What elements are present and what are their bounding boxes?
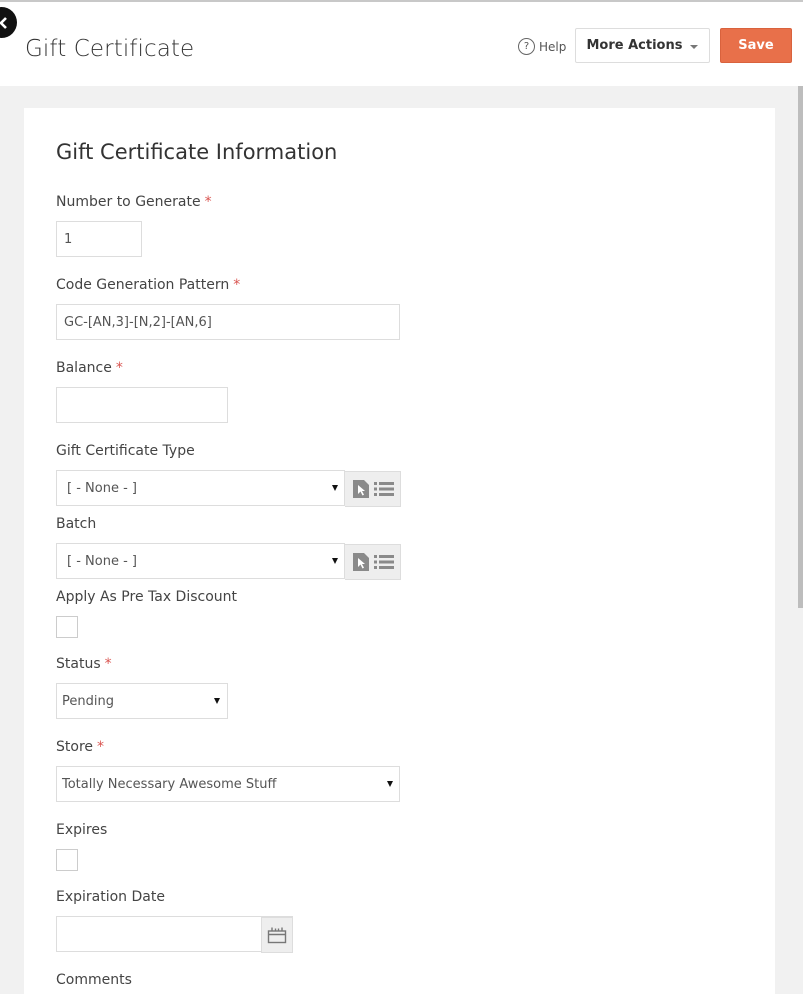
dropdown-arrow-icon <box>387 781 393 787</box>
comments-label: Comments <box>56 972 132 988</box>
more-actions-button[interactable]: More Actions <box>575 28 710 63</box>
number-to-generate-input[interactable]: 1 <box>56 221 142 257</box>
page-scrollbar[interactable] <box>798 86 803 994</box>
caret-down-icon <box>690 44 699 49</box>
question-circle-icon: ? <box>518 38 535 55</box>
calendar-icon <box>267 927 287 944</box>
section-title: Gift Certificate Information <box>56 140 338 164</box>
code-pattern-input[interactable]: GC-[AN,3]-[N,2]-[AN,6] <box>56 304 400 340</box>
select-value: Pending <box>62 693 114 709</box>
select-value: Totally Necessary Awesome Stuff <box>62 776 277 792</box>
required-marker: * <box>204 194 212 210</box>
label-text: Code Generation Pattern <box>56 277 230 293</box>
expiration-date-input[interactable] <box>56 916 293 953</box>
lookup-addon <box>345 471 401 507</box>
input-value: GC-[AN,3]-[N,2]-[AN,6] <box>64 314 212 330</box>
chevron-left-icon <box>0 16 7 29</box>
label-text: Balance <box>56 360 112 376</box>
expiration-date-label: Expiration Date <box>56 889 165 905</box>
status-select[interactable]: Pending <box>56 683 228 719</box>
label-text: Number to Generate <box>56 194 201 210</box>
required-marker: * <box>104 656 112 672</box>
expires-label: Expires <box>56 822 108 838</box>
expires-checkbox[interactable] <box>56 849 78 871</box>
calendar-button[interactable] <box>261 917 293 953</box>
select-record-icon[interactable] <box>352 479 370 499</box>
store-select[interactable]: Totally Necessary Awesome Stuff <box>56 766 400 802</box>
status-label: Status * <box>56 656 112 672</box>
select-value: [ - None - ] <box>67 553 137 569</box>
dropdown-arrow-icon <box>214 698 220 704</box>
list-icon[interactable] <box>373 481 394 497</box>
label-text: Status <box>56 656 101 672</box>
gift-certificate-form: Gift Certificate Information Number to G… <box>24 108 775 994</box>
lookup-addon <box>345 544 401 580</box>
save-button[interactable]: Save <box>720 28 792 63</box>
list-icon[interactable] <box>373 554 394 570</box>
balance-input[interactable] <box>56 387 228 423</box>
balance-label: Balance * <box>56 360 123 376</box>
select-record-icon[interactable] <box>352 552 370 572</box>
page-title: Gift Certificate <box>25 36 195 62</box>
help-label: Help <box>539 39 567 54</box>
input-value: 1 <box>64 231 73 247</box>
label-text: Store <box>56 739 94 755</box>
dropdown-arrow-icon <box>332 485 338 491</box>
code-pattern-label: Code Generation Pattern * <box>56 277 240 293</box>
number-to-generate-label: Number to Generate * <box>56 194 212 210</box>
scrollbar-thumb[interactable] <box>798 86 803 608</box>
help-link[interactable]: ? Help <box>518 38 566 55</box>
apply-pre-tax-label: Apply As Pre Tax Discount <box>56 589 238 605</box>
gift-certificate-type-select[interactable]: [ - None - ] <box>56 470 401 507</box>
dropdown-arrow-icon <box>332 558 338 564</box>
back-button[interactable] <box>0 7 17 38</box>
required-marker: * <box>115 360 123 376</box>
required-marker: * <box>233 277 241 293</box>
apply-pre-tax-checkbox[interactable] <box>56 616 78 638</box>
store-label: Store * <box>56 739 104 755</box>
gift-certificate-type-label: Gift Certificate Type <box>56 443 195 459</box>
batch-select[interactable]: [ - None - ] <box>56 543 401 580</box>
page-header: Gift Certificate ? Help More Actions Sav… <box>0 2 803 86</box>
batch-label: Batch <box>56 516 97 532</box>
more-actions-label: More Actions <box>586 38 683 53</box>
select-value: [ - None - ] <box>67 480 137 496</box>
required-marker: * <box>97 739 105 755</box>
